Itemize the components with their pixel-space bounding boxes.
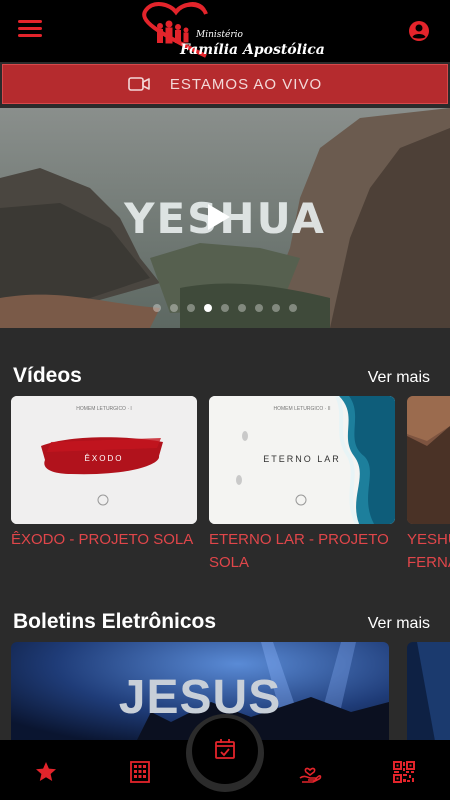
thumbnail-subtitle: HOMEM LETURGICO · II [273, 406, 331, 412]
video-card[interactable]: HOMEM LETURGICO · I ÊXODO [11, 396, 197, 524]
live-now-button[interactable]: ESTAMOS AO VIVO [2, 64, 448, 104]
carousel-dot[interactable] [170, 304, 178, 312]
videos-section-title: Vídeos [13, 364, 82, 387]
thumbnail-subtitle: HOMEM LETURGICO · I [76, 406, 132, 412]
calendar-check-icon [215, 739, 235, 759]
video-card[interactable] [407, 396, 450, 524]
logo-text-line1: Ministério [196, 30, 243, 40]
carousel-dot[interactable] [238, 304, 246, 312]
video-caption[interactable]: YESHUA FERNA [407, 528, 450, 574]
carousel-indicator [0, 304, 450, 312]
carousel-dot[interactable] [204, 304, 212, 312]
account-circle-icon[interactable] [408, 20, 430, 42]
carousel-dot[interactable] [289, 304, 297, 312]
carousel-dot[interactable] [255, 304, 263, 312]
bulletin-thumbnail-title: JESUS [118, 671, 282, 724]
bulletin-image [407, 642, 450, 752]
carousel-dot[interactable] [272, 304, 280, 312]
ministry-logo: Ministério Família Apostólica [136, 2, 325, 60]
live-label: ESTAMOS AO VIVO [169, 75, 323, 93]
videos-see-more-link[interactable]: Ver mais [368, 369, 430, 387]
building-icon[interactable] [128, 760, 152, 784]
star-icon[interactable] [34, 760, 58, 784]
calendar-check-button[interactable] [192, 718, 258, 784]
video-caption[interactable]: ETERNO LAR - PROJETO SOLA [209, 528, 399, 574]
yeshua-thumbnail [407, 396, 450, 524]
thumbnail-title: ETERNO LAR [263, 454, 341, 464]
carousel-dot[interactable] [221, 304, 229, 312]
top-app-bar: Ministério Família Apostólica [0, 0, 450, 62]
bulletins-section-title: Boletins Eletrônicos [13, 610, 217, 633]
qr-code-icon[interactable] [392, 760, 416, 784]
bulletin-card[interactable] [407, 642, 450, 752]
carousel-dot[interactable] [187, 304, 195, 312]
featured-banner[interactable]: YESHUA [0, 108, 450, 328]
play-icon[interactable] [206, 202, 232, 232]
video-card[interactable]: HOMEM LETURGICO · II ETERNO LAR [209, 396, 395, 524]
hamburger-menu-icon[interactable] [18, 20, 42, 40]
hand-heart-icon[interactable] [298, 760, 322, 784]
thumbnail-title: ÊXODO [84, 454, 124, 463]
bulletins-see-more-link[interactable]: Ver mais [368, 615, 430, 633]
carousel-dot[interactable] [153, 304, 161, 312]
video-camera-icon [128, 77, 150, 91]
logo-text-line2: Família Apostólica [180, 42, 325, 58]
video-caption[interactable]: ÊXODO - PROJETO SOLA [11, 528, 201, 551]
